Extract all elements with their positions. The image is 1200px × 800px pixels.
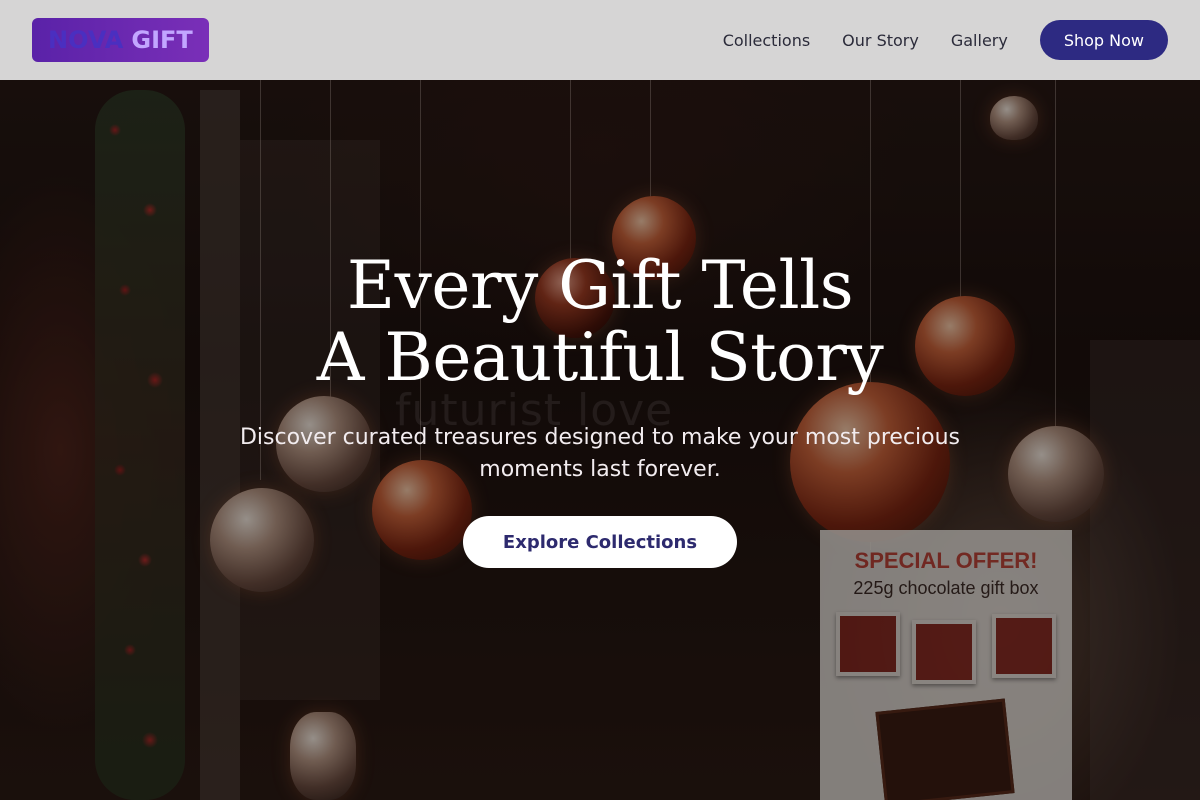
main-nav: Collections Our Story Gallery Shop Now [723,20,1168,60]
site-header: NOVA GIFT Collections Our Story Gallery … [0,0,1200,80]
hero-subtitle-line-2: moments last forever. [479,457,721,482]
logo-word-nova: NOVA [48,26,124,54]
explore-collections-button[interactable]: Explore Collections [462,516,738,568]
logo-word-gift: GIFT [131,26,193,54]
nav-link-our-story[interactable]: Our Story [842,31,919,50]
shop-now-button[interactable]: Shop Now [1039,20,1168,60]
brand-logo[interactable]: NOVA GIFT [32,18,209,62]
nav-link-collections[interactable]: Collections [723,31,810,50]
hero-title-line-1: Every Gift Tells [346,247,854,324]
hero-content: Every Gift Tells A Beautiful Story Disco… [0,250,1200,568]
hero-subtitle-line-1: Discover curated treasures designed to m… [239,425,961,450]
hero-title: Every Gift Tells A Beautiful Story [0,250,1200,394]
nav-link-gallery[interactable]: Gallery [951,31,1008,50]
hero-title-line-2: A Beautiful Story [316,319,884,396]
hero-subtitle: Discover curated treasures designed to m… [190,422,1010,486]
